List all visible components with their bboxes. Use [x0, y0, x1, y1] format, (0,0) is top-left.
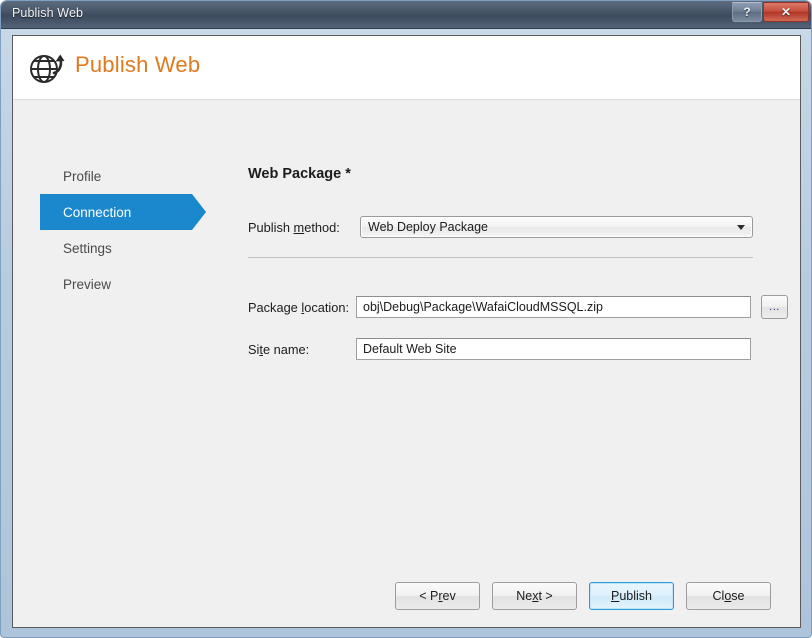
dialog-body: Profile Connection Settings Preview Web …: [13, 100, 800, 583]
next-button[interactable]: Ne x t >: [492, 582, 577, 610]
site-name-label: Site name:: [248, 342, 310, 357]
section-divider: [248, 257, 753, 258]
package-location-input[interactable]: obj\Debug\Package\WafaiCloudMSSQL.zip: [356, 296, 751, 318]
sidebar-item-preview[interactable]: Preview: [40, 266, 200, 302]
footer-button-group: < Pr ev Ne x t > Publish Cl o se: [395, 582, 771, 610]
browse-package-location-button[interactable]: ...: [761, 295, 788, 319]
sidebar-item-label: Connection: [63, 204, 132, 220]
wizard-nav: Profile Connection Settings Preview: [40, 158, 206, 302]
sidebar-item-settings[interactable]: Settings: [40, 230, 200, 266]
close-button[interactable]: Cl o se: [686, 582, 771, 610]
section-title: Web Package *: [248, 166, 351, 182]
publish-method-label: Publish method:: [248, 220, 340, 235]
page-title: Publish Web: [75, 52, 201, 77]
chevron-down-icon: [737, 225, 745, 230]
publish-web-dialog: Publish Web ? ✕ Publish Web Profile Conn…: [0, 0, 812, 638]
connection-panel: Web Package * Publish method: Web Deploy…: [235, 100, 795, 583]
package-location-label: Package location:: [248, 300, 350, 315]
prev-button[interactable]: < Pr ev: [395, 582, 480, 610]
site-name-value: Default Web Site: [363, 342, 457, 356]
dialog-client-area: Publish Web Profile Connection Settings …: [12, 35, 801, 628]
sidebar-item-connection[interactable]: Connection: [40, 194, 206, 230]
sidebar-item-label: Preview: [63, 276, 112, 292]
package-location-value: obj\Debug\Package\WafaiCloudMSSQL.zip: [363, 300, 603, 314]
sidebar-item-label: Settings: [63, 240, 112, 256]
title-bar: Publish Web ? ✕: [1, 1, 811, 29]
caption-button-group: ? ✕: [732, 2, 809, 22]
dialog-footer: < Pr ev Ne x t > Publish Cl o se: [13, 572, 800, 627]
sidebar-item-profile[interactable]: Profile: [40, 158, 200, 194]
publish-method-value: Web Deploy Package: [368, 220, 488, 234]
close-window-button[interactable]: ✕: [763, 2, 809, 22]
sidebar-item-label: Profile: [63, 168, 102, 184]
publish-button[interactable]: Publish: [589, 582, 674, 610]
window-title: Publish Web: [12, 6, 84, 20]
globe-publish-icon: [27, 47, 67, 87]
help-button[interactable]: ?: [732, 2, 762, 22]
publish-method-dropdown[interactable]: Web Deploy Package: [360, 216, 753, 238]
site-name-input[interactable]: Default Web Site: [356, 338, 751, 360]
dialog-header: Publish Web: [13, 36, 800, 100]
